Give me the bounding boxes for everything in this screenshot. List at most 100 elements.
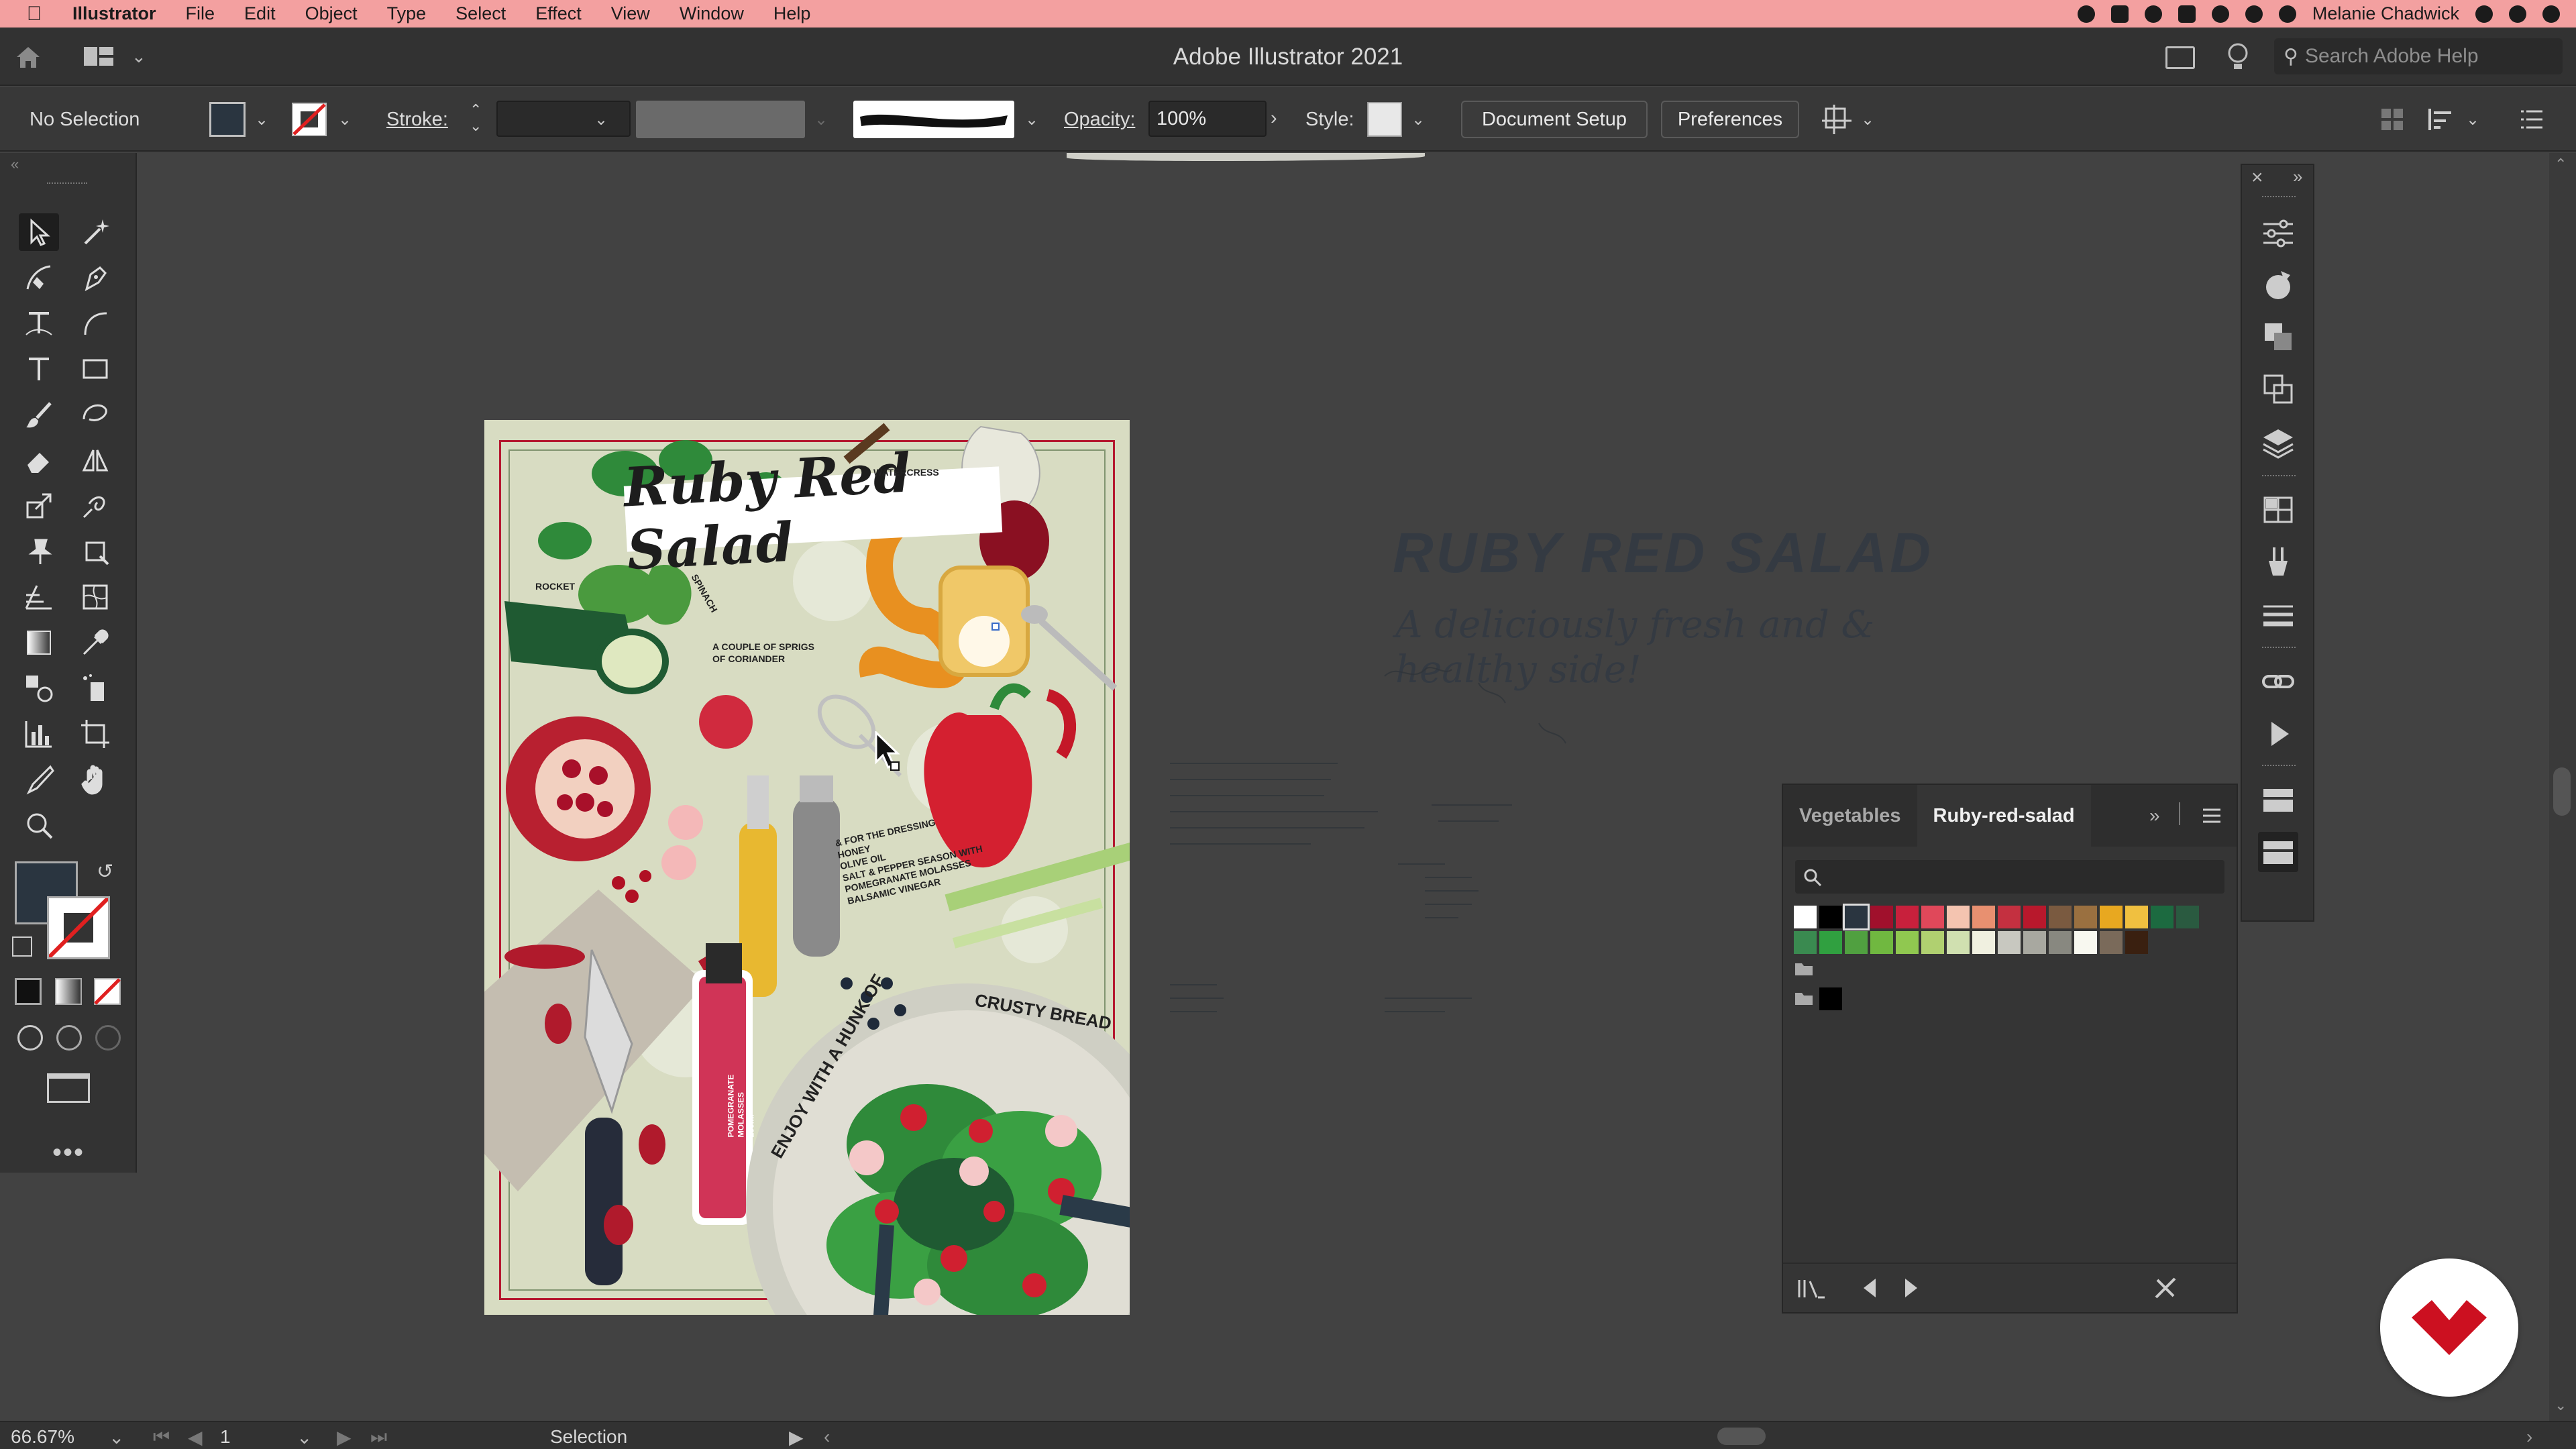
- transform-chevron-icon[interactable]: ⌄: [2466, 110, 2479, 129]
- swatch-cell[interactable]: [1843, 904, 1870, 930]
- previous-library-icon[interactable]: [1860, 1276, 1878, 1300]
- symbol-sprayer-tool[interactable]: [75, 669, 115, 707]
- swatch-cell[interactable]: [1819, 906, 1842, 928]
- opacity-arrow-icon[interactable]: ›: [1271, 107, 1277, 129]
- menubar-user-name[interactable]: Melanie Chadwick: [2312, 3, 2459, 24]
- links-panel-button[interactable]: [2258, 661, 2298, 702]
- shaper-tool[interactable]: [75, 396, 115, 433]
- stroke-dropdown-chevron-icon[interactable]: ⌄: [338, 110, 352, 129]
- zoom-chevron-icon[interactable]: ⌄: [109, 1426, 124, 1448]
- add-to-swatches-icon[interactable]: [2152, 1275, 2179, 1301]
- swatch-cell[interactable]: [2049, 906, 2072, 928]
- swatch-cell[interactable]: [1998, 931, 2021, 954]
- none-mode-icon[interactable]: [94, 978, 121, 1005]
- gradient-tool[interactable]: [19, 624, 59, 661]
- slice-tool[interactable]: [19, 761, 59, 798]
- zoom-level[interactable]: 66.67%: [11, 1426, 74, 1448]
- transform-icon[interactable]: [2427, 106, 2457, 133]
- menu-effect[interactable]: Effect: [535, 3, 582, 24]
- swatch-cell[interactable]: [1947, 906, 1970, 928]
- swatch-cell[interactable]: [1794, 906, 1817, 928]
- swatch-cell[interactable]: [1896, 931, 1919, 954]
- column-graph-tool[interactable]: [19, 715, 59, 753]
- hand-tool[interactable]: [75, 761, 115, 798]
- color-group-folder-icon-2[interactable]: [1794, 990, 1814, 1006]
- color-mode-icon[interactable]: [15, 978, 42, 1005]
- menu-file[interactable]: File: [186, 3, 215, 24]
- previous-artboard-icon[interactable]: ◀: [188, 1426, 203, 1448]
- poster-title[interactable]: Ruby Red Salad: [622, 441, 1003, 582]
- magic-wand-tool[interactable]: [75, 213, 115, 251]
- scroll-down-icon[interactable]: ⌄: [2555, 1397, 2567, 1414]
- arc-tool[interactable]: [75, 305, 115, 342]
- transform-panel-button[interactable]: [2258, 369, 2298, 409]
- swatch-cell[interactable]: [1845, 931, 1868, 954]
- type-on-path-tool[interactable]: [19, 305, 59, 342]
- blend-tool[interactable]: [19, 669, 59, 707]
- align-icon[interactable]: [2380, 107, 2404, 131]
- scale-tool[interactable]: [19, 487, 59, 525]
- swatch-cell[interactable]: [1870, 931, 1893, 954]
- rectangle-tool[interactable]: [75, 350, 115, 388]
- swatch-cell[interactable]: [1972, 906, 1995, 928]
- wifi-icon[interactable]: [2278, 5, 2296, 23]
- graphic-style-swatch[interactable]: [1367, 102, 1402, 137]
- preferences-button[interactable]: Preferences: [1661, 101, 1799, 138]
- horizontal-scrollbar-thumb[interactable]: [1717, 1428, 1766, 1445]
- color-group-folder-icon[interactable]: [1794, 961, 1814, 977]
- spotlight-icon[interactable]: [2475, 5, 2493, 23]
- menu-object[interactable]: Object: [305, 3, 358, 24]
- stroke-label[interactable]: Stroke:: [386, 109, 448, 131]
- panel-menu-icon[interactable]: [2202, 808, 2222, 824]
- perspective-grid-tool[interactable]: [19, 578, 59, 616]
- selection-tool[interactable]: [19, 213, 59, 251]
- libraries-panel-button[interactable]: [2258, 780, 2298, 820]
- swatch-cell[interactable]: [2049, 931, 2072, 954]
- swatch-cell[interactable]: [2151, 906, 2174, 928]
- swatch-cell[interactable]: [1794, 931, 1817, 954]
- next-library-icon[interactable]: [1902, 1276, 1921, 1300]
- extensions-icon[interactable]: [2245, 5, 2263, 23]
- close-panel-icon[interactable]: ×: [2251, 166, 2263, 189]
- reflect-tool[interactable]: [75, 441, 115, 479]
- swatch-cell[interactable]: [2125, 931, 2148, 954]
- control-center-icon[interactable]: [2542, 5, 2560, 23]
- color-panel-button[interactable]: [2258, 266, 2298, 306]
- draw-behind-icon[interactable]: [56, 1025, 82, 1051]
- swap-fill-stroke-icon[interactable]: ↺: [97, 860, 113, 883]
- scroll-right-icon[interactable]: ›: [2526, 1426, 2532, 1448]
- swatch-libraries-panel-button[interactable]: [2258, 832, 2298, 872]
- mesh-tool[interactable]: [75, 578, 115, 616]
- artboard[interactable]: Ruby Red Salad WATERCRESS ROCKET SPINACH…: [484, 420, 1130, 1315]
- search-adobe-help-input[interactable]: ⚲ Search Adobe Help: [2274, 38, 2563, 74]
- curvature-tool[interactable]: [19, 259, 59, 297]
- swatch-search-input[interactable]: [1795, 860, 2224, 894]
- menu-view[interactable]: View: [611, 3, 650, 24]
- scroll-left-icon[interactable]: ‹: [824, 1426, 830, 1448]
- menu-edit[interactable]: Edit: [244, 3, 276, 24]
- document-setup-button[interactable]: Document Setup: [1461, 101, 1648, 138]
- variable-width-chevron-icon[interactable]: ⌄: [814, 110, 828, 129]
- swatch-cell[interactable]: [2023, 931, 2046, 954]
- menu-window[interactable]: Window: [680, 3, 744, 24]
- variable-width-profile[interactable]: [636, 101, 805, 138]
- siri-icon[interactable]: [2509, 5, 2526, 23]
- artboard-tool[interactable]: [75, 715, 115, 753]
- tab-ruby-red-salad[interactable]: Ruby-red-salad: [1917, 785, 2091, 847]
- first-artboard-icon[interactable]: ⏮: [153, 1426, 170, 1448]
- eyedropper-tool[interactable]: [75, 624, 115, 661]
- brush-chevron-icon[interactable]: ⌄: [1025, 110, 1038, 129]
- tab-vegetables[interactable]: Vegetables: [1783, 785, 1917, 847]
- edit-toolbar-more-icon[interactable]: •••: [52, 1138, 85, 1168]
- warp-tool[interactable]: [75, 487, 115, 525]
- artboard-number[interactable]: 1: [220, 1426, 231, 1448]
- default-fill-stroke-icon[interactable]: [12, 936, 32, 957]
- swatch-cell[interactable]: [2074, 931, 2097, 954]
- anchor-handle[interactable]: [991, 623, 1000, 631]
- record-icon[interactable]: [2077, 5, 2095, 23]
- quick-actions-chevron-icon[interactable]: ⌄: [1861, 110, 1874, 129]
- swatch-cell[interactable]: [1998, 906, 2021, 928]
- puppet-warp-tool[interactable]: [19, 533, 59, 570]
- menu-select[interactable]: Select: [455, 3, 506, 24]
- draw-inside-icon[interactable]: [95, 1025, 121, 1051]
